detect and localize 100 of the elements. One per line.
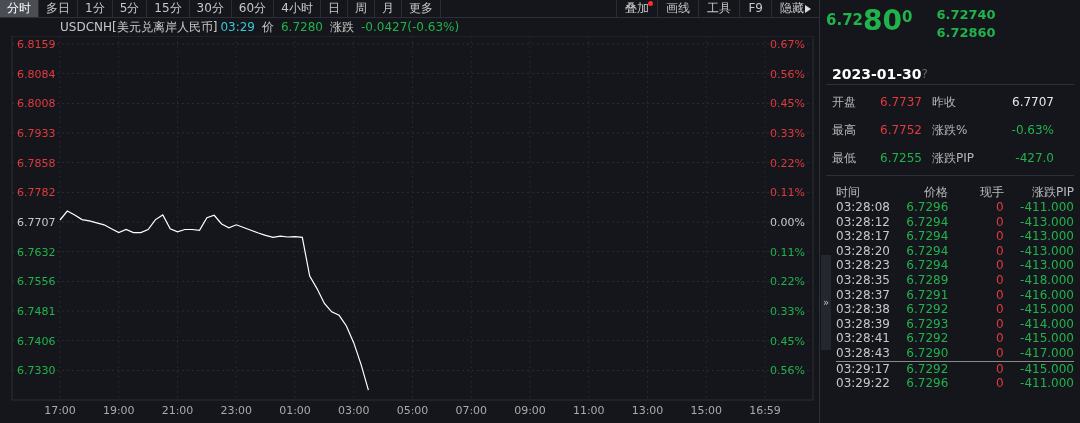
stat-label: 涨跌PIP xyxy=(932,150,975,167)
trade-price: 6.7296 xyxy=(905,376,949,391)
trade-volume: 0 xyxy=(994,331,1004,346)
change-value: -0.0427(-0.63%) xyxy=(361,20,460,34)
trade-change: -415.000 xyxy=(1019,361,1074,377)
trade-price: 6.7292 xyxy=(905,361,949,377)
y-axis-label: 0.67% xyxy=(770,38,805,51)
period-tab[interactable]: 分时 xyxy=(0,0,39,17)
y-axis-label: 0.45% xyxy=(770,334,805,348)
y-axis-label: 6.7406 xyxy=(17,334,56,348)
trade-time: 03:28:23 xyxy=(836,258,891,273)
stat-value: 6.7752 xyxy=(879,122,922,139)
period-tab[interactable]: 1分 xyxy=(78,0,113,17)
toolbar-button[interactable]: 画线 xyxy=(657,0,699,17)
y-axis-label: 6.7556 xyxy=(17,275,56,289)
period-tab[interactable]: 60分 xyxy=(231,0,275,17)
period-tab[interactable]: 4小时 xyxy=(274,0,321,17)
trade-volume: 0 xyxy=(994,200,1004,215)
stat-label: 昨收 xyxy=(932,94,957,111)
stat-label: 最高 xyxy=(832,122,857,139)
y-axis-label: 6.7858 xyxy=(17,156,56,170)
trade-change: -415.000 xyxy=(1019,331,1074,346)
toolbar-button[interactable]: 工具 xyxy=(698,0,740,17)
y-axis-label: 0.22% xyxy=(770,156,805,170)
y-axis-label: 0.45% xyxy=(770,97,805,111)
y-axis-label: 6.7933 xyxy=(17,127,56,140)
date-label: 2023-01-30 xyxy=(832,64,922,84)
x-axis-label: 05:00 xyxy=(396,404,429,417)
toolbar-button[interactable]: F9 xyxy=(739,0,771,17)
y-axis-label: 0.33% xyxy=(770,127,805,140)
trade-price: 6.7294 xyxy=(905,243,949,259)
x-axis-label: 21:00 xyxy=(161,404,194,417)
trade-price: 6.7289 xyxy=(905,272,949,288)
trade-time: 03:28:35 xyxy=(836,272,891,288)
x-axis-label: 01:00 xyxy=(279,404,311,417)
trade-time: 03:29:22 xyxy=(836,376,891,391)
stat-value: -0.63% xyxy=(1010,122,1054,139)
y-axis-label: 6.8159 xyxy=(17,38,56,51)
period-tab[interactable]: 15分 xyxy=(147,0,190,17)
trade-change: -417.000 xyxy=(1019,345,1074,361)
trade-time: 03:28:20 xyxy=(836,243,891,259)
period-tab[interactable]: 30分 xyxy=(189,0,232,17)
y-axis-label: 0.22% xyxy=(770,275,805,289)
column-header: 现手 xyxy=(978,184,1004,200)
trade-volume: 0 xyxy=(994,316,1004,332)
trade-price: 6.7292 xyxy=(905,302,949,317)
trade-change: -413.000 xyxy=(1019,243,1074,259)
x-axis-label: 23:00 xyxy=(220,404,253,417)
trade-volume: 0 xyxy=(994,243,1004,259)
toolbar-button[interactable]: 隐藏 xyxy=(771,0,819,17)
y-axis-label: 6.7330 xyxy=(17,364,56,378)
x-axis-label: 16:59 xyxy=(749,404,781,417)
trade-volume: 0 xyxy=(994,214,1004,230)
trade-price: 6.7290 xyxy=(905,345,949,361)
x-axis-label: 19:00 xyxy=(102,404,135,417)
stat-value: 6.7255 xyxy=(879,150,922,167)
x-axis-label: 17:00 xyxy=(44,404,76,417)
trade-time: 03:28:39 xyxy=(836,316,891,332)
period-tab[interactable]: 更多 xyxy=(401,0,441,17)
quote-time: 03:29 xyxy=(220,20,255,34)
trade-price: 6.7292 xyxy=(905,331,949,346)
stat-value: -427.0 xyxy=(1014,150,1054,167)
column-header: 时间 xyxy=(836,184,861,200)
period-tab[interactable]: 5分 xyxy=(112,0,148,17)
y-axis-label: 0.00% xyxy=(770,216,805,229)
trade-price: 6.7293 xyxy=(905,316,949,332)
period-tab[interactable]: 月 xyxy=(374,0,402,17)
period-tab[interactable]: 多日 xyxy=(39,0,78,17)
y-axis-label: 6.7481 xyxy=(17,305,56,318)
y-axis-label: 0.56% xyxy=(770,67,805,81)
trade-price: 6.7294 xyxy=(905,258,949,273)
price-suffix: 0 xyxy=(902,7,913,26)
stat-label: 涨跌% xyxy=(932,122,969,139)
column-header: 价格 xyxy=(923,184,949,200)
trade-time: 03:28:12 xyxy=(836,214,891,230)
price-main: 80 xyxy=(863,6,902,36)
trade-change: -415.000 xyxy=(1019,302,1074,317)
x-axis-label: 09:00 xyxy=(514,404,546,417)
symbol-name: USDCNH[美元兑离岸人民币] xyxy=(60,20,218,34)
period-tab[interactable]: 日 xyxy=(320,0,348,17)
y-axis-label: 6.8084 xyxy=(17,67,56,81)
collapse-handle[interactable]: » xyxy=(821,255,831,350)
toolbar-button[interactable]: 叠加 xyxy=(616,0,658,17)
x-axis-label: 03:00 xyxy=(337,404,370,417)
trade-volume: 0 xyxy=(994,361,1004,377)
trade-volume: 0 xyxy=(994,302,1004,317)
trade-price: 6.7291 xyxy=(905,287,949,303)
trade-change: -411.000 xyxy=(1019,376,1074,391)
stat-label: 最低 xyxy=(832,150,857,167)
trade-price: 6.7294 xyxy=(905,214,949,230)
trade-time: 03:28:38 xyxy=(836,302,891,317)
x-axis-label: 13:00 xyxy=(631,404,664,417)
trade-volume: 0 xyxy=(994,229,1004,244)
y-axis-label: 0.33% xyxy=(770,305,805,318)
stat-value: 6.7707 xyxy=(1011,94,1054,111)
stat-label: 开盘 xyxy=(832,94,857,111)
period-tab[interactable]: 周 xyxy=(347,0,375,17)
x-axis-label: 07:00 xyxy=(455,404,488,417)
y-axis-label: 0.11% xyxy=(770,245,805,259)
x-axis-label: 15:00 xyxy=(690,404,723,417)
